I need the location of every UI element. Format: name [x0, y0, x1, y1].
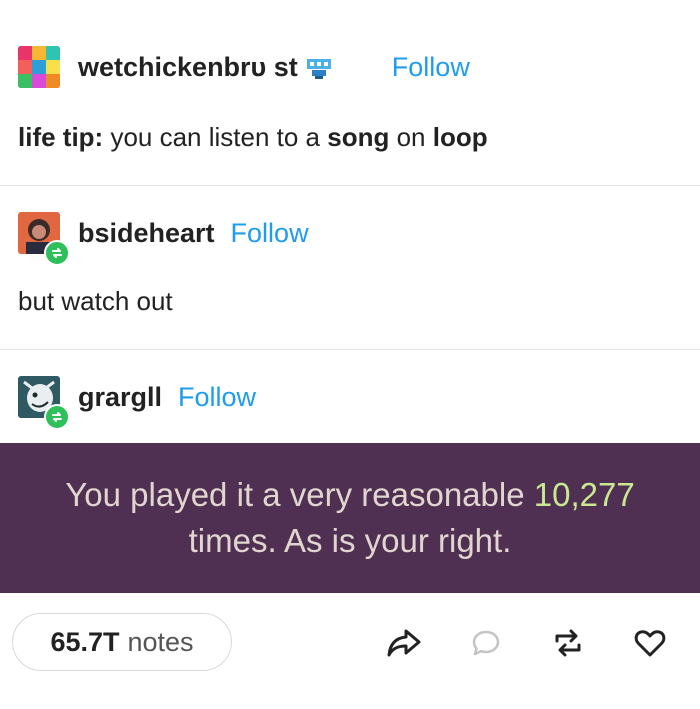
follow-button[interactable]: Follow: [231, 218, 309, 249]
quote-line-1: You played it a very reasonable 10,277: [65, 472, 634, 518]
text-segment: song: [327, 122, 390, 152]
pixel-sticker-icon: [304, 53, 334, 81]
text-segment: loop: [432, 122, 488, 152]
play-count: 10,277: [533, 476, 635, 513]
username[interactable]: bsideheart: [78, 218, 215, 249]
text-segment: life tip:: [18, 122, 104, 152]
avatar[interactable]: [18, 46, 60, 88]
post-body-text: but watch out: [18, 286, 173, 316]
follow-button[interactable]: Follow: [178, 382, 256, 413]
post-header-3: grargll Follow: [18, 376, 256, 430]
divider: [0, 349, 700, 350]
username[interactable]: grargll: [78, 382, 162, 413]
avatar[interactable]: [18, 376, 70, 430]
avatar[interactable]: [18, 212, 70, 266]
reblog-badge-icon: [44, 404, 70, 430]
text-segment: on: [389, 122, 433, 152]
notes-button[interactable]: 65.7T notes: [12, 613, 232, 671]
quote-text: You played it a very reasonable: [65, 476, 534, 513]
username[interactable]: wetchickenbrᴜ st: [78, 52, 298, 83]
reply-icon[interactable]: [466, 623, 506, 663]
quote-line-2: times. As is your right.: [188, 522, 512, 559]
notes-label: notes: [127, 626, 194, 657]
notes-count: 65.7T: [50, 626, 120, 657]
divider: [0, 185, 700, 186]
like-icon[interactable]: [630, 623, 670, 663]
post-header-2: bsideheart Follow: [18, 212, 309, 266]
quoted-image: You played it a very reasonable 10,277 t…: [0, 443, 700, 593]
post-footer: 65.7T notes: [0, 593, 700, 709]
share-icon[interactable]: [384, 623, 424, 663]
post-header-1: wetchickenbrᴜ st Follow: [18, 46, 470, 88]
reblog-badge-icon: [44, 240, 70, 266]
reblog-icon[interactable]: [548, 623, 588, 663]
follow-button[interactable]: Follow: [392, 52, 470, 83]
text-segment: you can listen to a: [103, 122, 328, 152]
post-body-text: life tip: you can listen to a song on lo…: [18, 122, 488, 153]
